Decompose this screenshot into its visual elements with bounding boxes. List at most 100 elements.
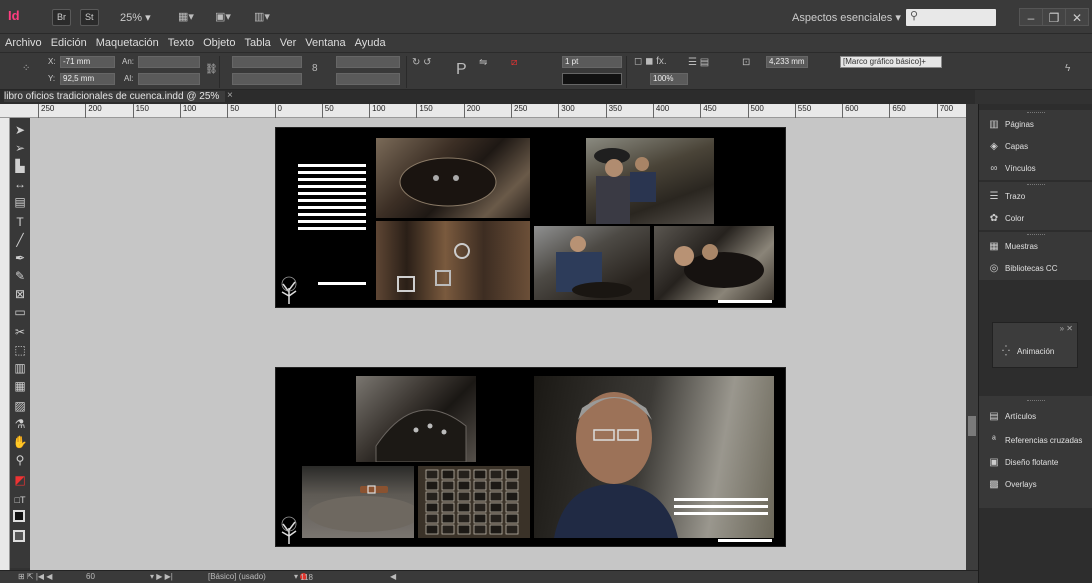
panel-layers[interactable]: ◈ Capas bbox=[987, 138, 1028, 156]
menu-tabla[interactable]: Tabla bbox=[239, 34, 274, 49]
rotation-field[interactable] bbox=[336, 56, 400, 68]
zoom-level[interactable]: 25% ▾ bbox=[120, 11, 151, 24]
workspace-switcher[interactable]: Aspectos esenciales ▾ bbox=[792, 11, 901, 24]
pencil-tool-icon[interactable]: ✎ bbox=[12, 268, 28, 284]
panel-color[interactable]: ✿ Color bbox=[987, 210, 1024, 228]
zoom-tool-icon[interactable]: ⚲ bbox=[12, 452, 28, 468]
gradient-feather-tool-icon[interactable]: ▦ bbox=[12, 378, 28, 394]
vertical-ruler[interactable] bbox=[0, 118, 10, 570]
formatting-affects-container-icon[interactable]: □T bbox=[12, 492, 28, 508]
line-tool-icon[interactable]: ╱ bbox=[12, 232, 28, 248]
page-nav-first-icon[interactable]: ⊞ ⇱ |◀ ◀ bbox=[18, 572, 52, 581]
close-window-button[interactable]: ✕ bbox=[1065, 8, 1089, 26]
panel-cc-libraries[interactable]: ◎ Bibliotecas CC bbox=[987, 260, 1058, 278]
panel-swatches[interactable]: ▦ Muestras bbox=[987, 238, 1038, 256]
panel-pages[interactable]: ▥ Páginas bbox=[987, 116, 1034, 134]
panel-overlays[interactable]: ▩ Overlays bbox=[987, 476, 1036, 494]
saddle-photo[interactable] bbox=[376, 138, 530, 218]
saddle-detail-photo[interactable] bbox=[356, 376, 476, 462]
rectangle-frame-tool-icon[interactable]: ⊠ bbox=[12, 286, 28, 302]
fitting-field[interactable]: 4,233 mm bbox=[766, 56, 808, 68]
fill-stroke-swap-icon[interactable]: ◩ bbox=[12, 472, 28, 488]
rotate-icon[interactable]: ↻ ↺ bbox=[412, 57, 432, 68]
stroke-type-dropdown[interactable] bbox=[562, 73, 622, 85]
stock-button[interactable]: St bbox=[80, 9, 99, 26]
shear-field[interactable] bbox=[336, 73, 400, 85]
gap-tool-icon[interactable]: ↔ bbox=[12, 176, 28, 192]
flip-icon[interactable]: ⇋ bbox=[479, 57, 487, 68]
quick-apply-icon[interactable]: ϟ bbox=[1065, 63, 1070, 74]
indesign-logo[interactable]: Id bbox=[8, 8, 30, 26]
menu-archivo[interactable]: Archivo bbox=[0, 34, 46, 49]
hat-photo[interactable] bbox=[302, 466, 414, 538]
menu-texto[interactable]: Texto bbox=[163, 34, 198, 49]
constrain-proportions-icon[interactable]: ⛓ bbox=[205, 64, 218, 75]
type-tool-icon[interactable]: T bbox=[12, 214, 28, 230]
document-tab[interactable]: libro oficios tradicionales de cuenca.in… bbox=[4, 91, 226, 102]
stamp-tools-photo[interactable] bbox=[418, 466, 530, 538]
leather-straps-photo[interactable] bbox=[376, 221, 530, 300]
arrange-documents-icon[interactable]: ▥▾ bbox=[254, 10, 280, 24]
menu-ayuda[interactable]: Ayuda bbox=[350, 34, 390, 49]
stroke-weight-field[interactable]: 1 pt bbox=[562, 56, 622, 68]
spread-1[interactable] bbox=[275, 127, 786, 308]
gradient-tool-icon[interactable]: ▥ bbox=[12, 360, 28, 376]
bridge-button[interactable]: Br bbox=[52, 9, 71, 26]
search-input[interactable]: ⚲ bbox=[906, 9, 996, 26]
selection-tool-icon[interactable]: ➤ bbox=[12, 122, 28, 138]
x-position-field[interactable]: -71 mm bbox=[60, 56, 115, 68]
panel-animation[interactable]: ⁛ Animación bbox=[999, 343, 1054, 361]
panel-close-icon[interactable]: » ✕ bbox=[1060, 324, 1073, 333]
preflight-status[interactable]: ▾ 118 errores ▾ bbox=[294, 572, 326, 583]
scale-y-field[interactable] bbox=[232, 73, 302, 85]
eyedropper-tool-icon[interactable]: ⚗ bbox=[12, 416, 28, 432]
vertical-scrollbar[interactable] bbox=[966, 104, 978, 570]
hand-tool-icon[interactable]: ✋ bbox=[12, 434, 28, 450]
page-nav-next-icon[interactable]: ▾ ▶ ▶| bbox=[150, 572, 173, 581]
note-tool-icon[interactable]: ▨ bbox=[12, 398, 28, 414]
menu-maquetacion[interactable]: Maquetación bbox=[91, 34, 163, 49]
panel-stroke[interactable]: ☰ Trazo bbox=[987, 188, 1026, 206]
fill-none-icon[interactable]: ⧄ bbox=[511, 57, 517, 68]
pasteboard[interactable] bbox=[30, 118, 966, 571]
view-options-icon[interactable]: ▦▾ bbox=[178, 10, 204, 24]
horizontal-ruler[interactable]: 250 200 150 100 50 0 50 100 150 200 250 300 350 400 45… bbox=[0, 104, 966, 118]
reference-point-icon[interactable]: ⁘ bbox=[22, 63, 30, 74]
menu-objeto[interactable]: Objeto bbox=[198, 34, 239, 49]
menu-edicion[interactable]: Edición bbox=[46, 34, 91, 49]
horizontal-scrollbar[interactable]: ◀ bbox=[390, 572, 396, 581]
view-mode-icon[interactable] bbox=[13, 530, 25, 542]
scissors-tool-icon[interactable]: ✂ bbox=[12, 324, 28, 340]
page-number[interactable]: 60 bbox=[86, 572, 95, 581]
fill-swatch[interactable] bbox=[13, 510, 25, 522]
minimize-button[interactable]: – bbox=[1019, 8, 1043, 26]
panel-liquid-layout[interactable]: ▣ Diseño flotante bbox=[987, 454, 1058, 472]
scale-link-icon[interactable]: 8 bbox=[312, 63, 318, 74]
effects-icon[interactable]: ◻ ◼ fx. bbox=[634, 56, 667, 67]
close-document-icon[interactable]: × bbox=[227, 90, 233, 101]
page-tool-icon[interactable]: ▙ bbox=[12, 158, 28, 174]
text-wrap-icon[interactable]: ☰ ▤ bbox=[688, 57, 709, 68]
artisan-working-photo[interactable] bbox=[534, 226, 650, 300]
content-collector-icon[interactable]: ▤ bbox=[12, 194, 28, 210]
spread-2[interactable] bbox=[275, 367, 786, 547]
fitting-icon[interactable]: ⊡ bbox=[742, 57, 750, 68]
hands-leather-photo[interactable] bbox=[654, 226, 774, 300]
menu-ver[interactable]: Ver bbox=[275, 34, 301, 49]
panel-cross-references[interactable]: ª Referencias cruzadas bbox=[987, 432, 1082, 450]
opacity-field[interactable]: 100% bbox=[650, 73, 688, 85]
width-field[interactable] bbox=[138, 56, 200, 68]
text-frame-icon[interactable]: P bbox=[456, 61, 467, 79]
rectangle-tool-icon[interactable]: ▭ bbox=[12, 304, 28, 320]
scale-x-field[interactable] bbox=[232, 56, 302, 68]
object-style-dropdown[interactable]: [Marco gráfico básico]+ bbox=[840, 56, 942, 68]
panel-links[interactable]: ∞ Vínculos bbox=[987, 160, 1035, 178]
scrollbar-thumb[interactable] bbox=[968, 416, 976, 436]
direct-selection-tool-icon[interactable]: ➢ bbox=[12, 140, 28, 156]
screen-mode-icon[interactable]: ▣▾ bbox=[215, 10, 241, 24]
artisans-photo[interactable] bbox=[586, 138, 714, 224]
free-transform-tool-icon[interactable]: ⬚ bbox=[12, 342, 28, 358]
y-position-field[interactable]: 92,5 mm bbox=[60, 73, 115, 85]
pen-tool-icon[interactable]: ✒ bbox=[12, 250, 28, 266]
maximize-button[interactable]: ❐ bbox=[1042, 8, 1066, 26]
